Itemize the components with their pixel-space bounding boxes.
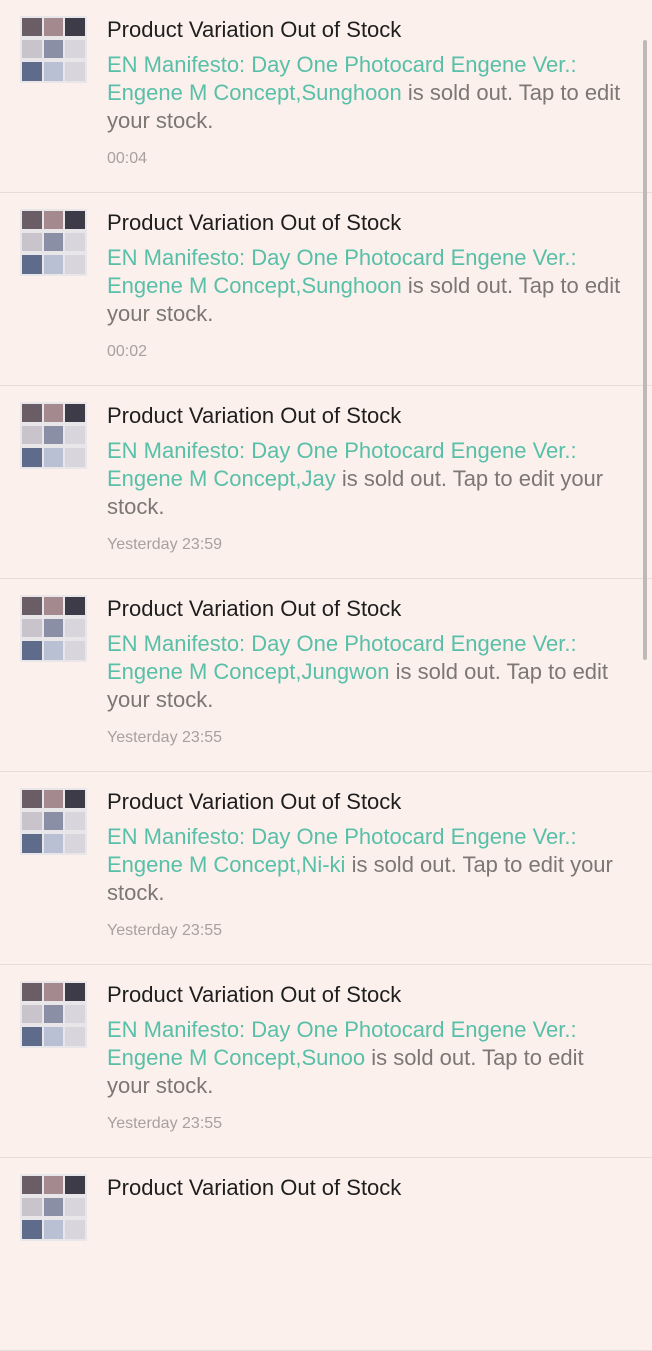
notification-time: Yesterday 23:55: [107, 922, 223, 939]
notification-title: Product Variation Out of Stock: [107, 17, 402, 42]
notification-message: EN Manifesto: Day One Photocard Engene V…: [107, 630, 632, 714]
notification-title: Product Variation Out of Stock: [107, 982, 402, 1007]
notification-time: 00:04: [107, 150, 148, 167]
notification-title: Product Variation Out of Stock: [107, 596, 402, 621]
notification-list: Product Variation Out of Stock EN Manife…: [0, 0, 652, 1351]
product-thumbnail: [20, 788, 87, 855]
notification-item[interactable]: Product Variation Out of Stock EN Manife…: [0, 386, 652, 579]
notification-item[interactable]: Product Variation Out of Stock EN Manife…: [0, 0, 652, 193]
product-thumbnail: [20, 402, 87, 469]
product-thumbnail: [20, 981, 87, 1048]
notification-item[interactable]: Product Variation Out of Stock EN Manife…: [0, 965, 652, 1158]
notification-time: 00:02: [107, 343, 148, 360]
notification-title: Product Variation Out of Stock: [107, 210, 402, 235]
product-thumbnail: [20, 16, 87, 83]
notification-item[interactable]: Product Variation Out of Stock EN Manife…: [0, 579, 652, 772]
notification-title: Product Variation Out of Stock: [107, 403, 402, 428]
notification-message: EN Manifesto: Day One Photocard Engene V…: [107, 437, 632, 521]
notification-time: Yesterday 23:59: [107, 536, 223, 553]
notification-item[interactable]: Product Variation Out of Stock EN Manife…: [0, 772, 652, 965]
notification-title: Product Variation Out of Stock: [107, 789, 402, 814]
scrollbar[interactable]: [643, 40, 647, 660]
notification-message: EN Manifesto: Day One Photocard Engene V…: [107, 823, 632, 907]
product-thumbnail: [20, 595, 87, 662]
notification-time: Yesterday 23:55: [107, 729, 223, 746]
notification-item[interactable]: Product Variation Out of Stock: [0, 1158, 652, 1351]
notification-message: EN Manifesto: Day One Photocard Engene V…: [107, 51, 632, 135]
notification-message: EN Manifesto: Day One Photocard Engene V…: [107, 244, 632, 328]
notification-item[interactable]: Product Variation Out of Stock EN Manife…: [0, 193, 652, 386]
product-thumbnail: [20, 209, 87, 276]
notification-title: Product Variation Out of Stock: [107, 1175, 402, 1200]
product-thumbnail: [20, 1174, 87, 1241]
notification-time: Yesterday 23:55: [107, 1115, 223, 1132]
notification-message: EN Manifesto: Day One Photocard Engene V…: [107, 1016, 632, 1100]
